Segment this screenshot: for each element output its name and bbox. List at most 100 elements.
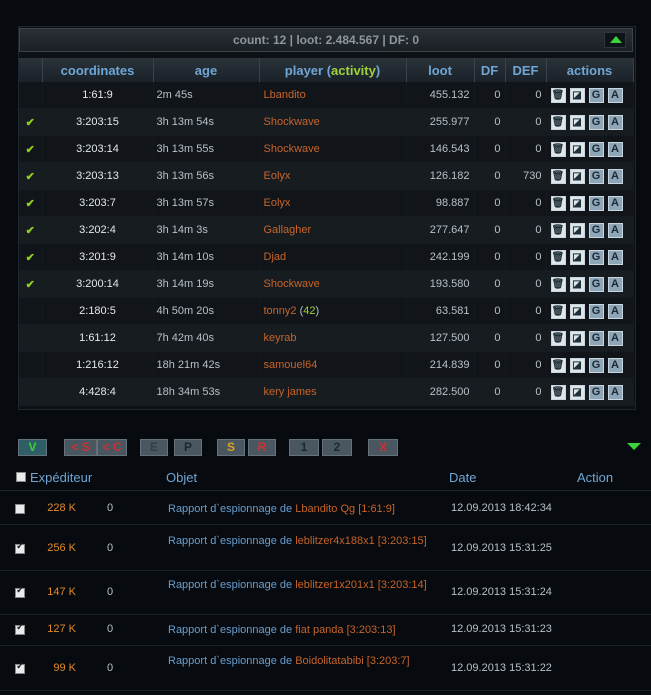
g-button[interactable]: G: [588, 384, 604, 400]
open-report-icon[interactable]: ◪: [569, 249, 585, 265]
player-link[interactable]: kery james: [264, 386, 317, 398]
open-report-icon[interactable]: ◪: [569, 276, 585, 292]
attack-button[interactable]: A: [607, 249, 623, 265]
trash-icon[interactable]: 🗑: [550, 384, 566, 400]
g-button[interactable]: G: [588, 195, 604, 211]
trash-icon[interactable]: 🗑: [550, 87, 566, 103]
player-link[interactable]: Eolyx: [264, 170, 291, 182]
attack-button[interactable]: A: [607, 87, 623, 103]
message-row[interactable]: 127 K 0 Rapport d`espionnage de fiat panda…: [0, 615, 651, 646]
trash-icon[interactable]: 🗑: [550, 195, 566, 211]
header-sender[interactable]: Expéditeur: [30, 470, 92, 485]
col-age[interactable]: age: [153, 58, 260, 82]
open-report-icon[interactable]: ◪: [569, 168, 585, 184]
open-report-icon[interactable]: ◪: [569, 357, 585, 373]
collapse-up-icon[interactable]: [604, 32, 626, 48]
message-subject-link[interactable]: Rapport d`espionnage de leblitzer4x188x1…: [168, 534, 444, 549]
col-df[interactable]: DF: [474, 58, 506, 82]
player-link[interactable]: samouel64: [264, 359, 318, 371]
col-def[interactable]: DEF: [505, 58, 547, 82]
coordinates-link[interactable]: 3:203:15: [42, 108, 154, 136]
message-row[interactable]: 228 K 0 Rapport d`espionnage de Lbandito Q…: [0, 494, 651, 525]
coordinates-link[interactable]: 4:428:4: [42, 378, 154, 406]
filter-button[interactable]: P: [174, 439, 202, 456]
col-loot[interactable]: loot: [406, 58, 475, 82]
coordinates-link[interactable]: 3:203:14: [42, 135, 154, 163]
g-button[interactable]: G: [588, 249, 604, 265]
message-checkbox[interactable]: [15, 622, 25, 635]
filter-button[interactable]: S: [217, 439, 245, 456]
coordinates-link[interactable]: 2:180:5: [42, 297, 154, 325]
trash-icon[interactable]: 🗑: [550, 141, 566, 157]
filter-button[interactable]: < C: [97, 439, 127, 456]
attack-button[interactable]: A: [607, 222, 623, 238]
coordinates-link[interactable]: 1:61:9: [42, 82, 154, 109]
coordinates-link[interactable]: 3:200:14: [42, 270, 154, 298]
attack-button[interactable]: A: [607, 195, 623, 211]
message-checkbox[interactable]: [15, 661, 25, 674]
message-subject-link[interactable]: Rapport d`espionnage de fiat panda [3:20…: [168, 623, 444, 638]
player-link[interactable]: Shockwave: [264, 116, 320, 128]
open-report-icon[interactable]: ◪: [569, 303, 585, 319]
player-link[interactable]: Eolyx: [264, 197, 291, 209]
filter-button[interactable]: X: [368, 439, 398, 456]
open-report-icon[interactable]: ◪: [569, 141, 585, 157]
coordinates-link[interactable]: 3:202:4: [42, 216, 154, 244]
message-checkbox[interactable]: [15, 504, 25, 514]
message-row[interactable]: 256 K 0 Rapport d`espionnage de leblitzer4…: [0, 528, 651, 571]
trash-icon[interactable]: 🗑: [550, 222, 566, 238]
filter-button[interactable]: 1: [289, 439, 319, 456]
trash-icon[interactable]: 🗑: [550, 330, 566, 346]
col-coordinates[interactable]: coordinates: [42, 58, 154, 82]
coordinates-link[interactable]: 3:203:7: [42, 189, 154, 217]
attack-button[interactable]: A: [607, 141, 623, 157]
message-row[interactable]: 147 K 0 Rapport d`espionnage de leblitzer1…: [0, 572, 651, 615]
message-subject-link[interactable]: Rapport d`espionnage de leblitzer1x201x1…: [168, 578, 444, 593]
filter-button[interactable]: < S: [64, 439, 97, 456]
message-checkbox[interactable]: [15, 585, 25, 598]
open-report-icon[interactable]: ◪: [569, 87, 585, 103]
attack-button[interactable]: A: [607, 276, 623, 292]
col-player[interactable]: player (activity): [259, 58, 407, 82]
g-button[interactable]: G: [588, 141, 604, 157]
attack-button[interactable]: A: [607, 357, 623, 373]
g-button[interactable]: G: [588, 303, 604, 319]
attack-button[interactable]: A: [607, 168, 623, 184]
g-button[interactable]: G: [588, 276, 604, 292]
g-button[interactable]: G: [588, 357, 604, 373]
open-report-icon[interactable]: ◪: [569, 384, 585, 400]
trash-icon[interactable]: 🗑: [550, 276, 566, 292]
filter-button[interactable]: R: [248, 439, 276, 456]
filter-button[interactable]: 2: [322, 439, 352, 456]
trash-icon[interactable]: 🗑: [550, 357, 566, 373]
filter-button[interactable]: E: [140, 439, 168, 456]
player-link[interactable]: Djad: [264, 251, 287, 263]
g-button[interactable]: G: [588, 114, 604, 130]
header-date[interactable]: Date: [449, 470, 476, 485]
coordinates-link[interactable]: 3:203:13: [42, 162, 154, 190]
player-link[interactable]: Shockwave: [264, 278, 320, 290]
player-link[interactable]: keyrab: [264, 332, 297, 344]
open-report-icon[interactable]: ◪: [569, 330, 585, 346]
message-subject-link[interactable]: Rapport d`espionnage de Boidolitatabibi …: [168, 654, 444, 669]
trash-icon[interactable]: 🗑: [550, 114, 566, 130]
select-all-checkbox[interactable]: [16, 472, 26, 482]
player-link[interactable]: Shockwave: [264, 143, 320, 155]
trash-icon[interactable]: 🗑: [550, 249, 566, 265]
coordinates-link[interactable]: 1:61:12: [42, 324, 154, 352]
coordinates-link[interactable]: 1:216:12: [42, 351, 154, 379]
player-link[interactable]: tonny2: [264, 305, 297, 317]
open-report-icon[interactable]: ◪: [569, 114, 585, 130]
attack-button[interactable]: A: [607, 330, 623, 346]
g-button[interactable]: G: [588, 222, 604, 238]
open-report-icon[interactable]: ◪: [569, 195, 585, 211]
message-row[interactable]: 99 K 0 Rapport d`espionnage de Boidolitata…: [0, 648, 651, 691]
g-button[interactable]: G: [588, 168, 604, 184]
open-report-icon[interactable]: ◪: [569, 222, 585, 238]
message-checkbox[interactable]: [15, 541, 25, 554]
attack-button[interactable]: A: [607, 384, 623, 400]
coordinates-link[interactable]: 3:201:9: [42, 243, 154, 271]
header-subject[interactable]: Objet: [166, 470, 197, 485]
player-link[interactable]: Gallagher: [264, 224, 312, 236]
g-button[interactable]: G: [588, 87, 604, 103]
